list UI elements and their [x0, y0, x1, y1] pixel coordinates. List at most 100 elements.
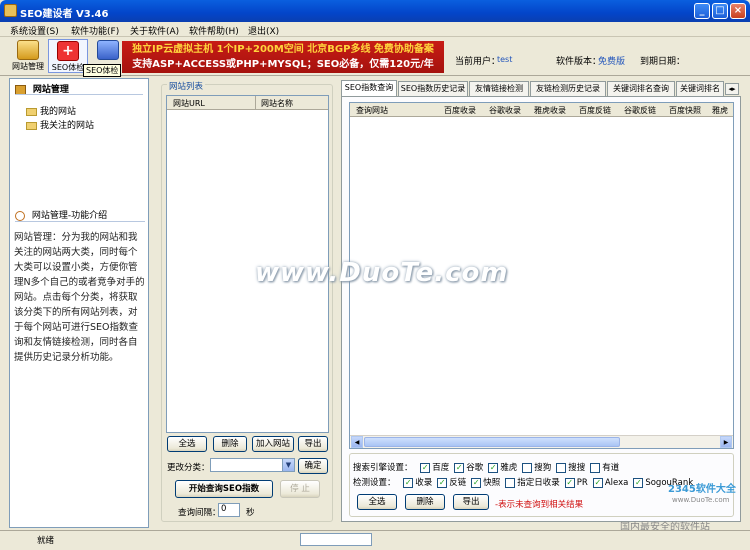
version-label: 软件版本：	[556, 57, 602, 67]
menu-system[interactable]: 系统设置(S)	[10, 24, 59, 37]
checkbox-checked-icon[interactable]: ✓	[488, 462, 499, 473]
scroll-right-icon[interactable]: ▶	[720, 436, 732, 448]
chevron-down-icon[interactable]: ▼	[282, 459, 294, 471]
minimize-button[interactable]: _	[694, 3, 710, 19]
add-site-button[interactable]: 加入网站	[252, 436, 294, 452]
confirm-button[interactable]: 确定	[298, 458, 328, 474]
col-google-index[interactable]: 谷歌收录	[489, 105, 521, 116]
engine-label: 搜索引擎设置：	[353, 463, 413, 473]
house-icon	[17, 40, 39, 60]
col-baidu-backlinks[interactable]: 百度反链	[579, 105, 611, 116]
checkbox-checked-icon[interactable]: ✓	[420, 462, 431, 473]
version-value[interactable]: 免费版	[598, 54, 625, 67]
progress-bar	[300, 533, 372, 546]
tab-seo-query[interactable]: SEO指数查询	[341, 80, 397, 97]
intro-divider	[15, 221, 145, 222]
engine-option-label: 谷歌	[466, 463, 484, 473]
checkbox-unchecked-icon[interactable]	[522, 462, 533, 473]
engine-option-5[interactable]: 有道	[590, 462, 620, 473]
stop-button[interactable]: 停 止	[280, 480, 320, 498]
horizontal-scrollbar[interactable]: ◀ ▶	[350, 435, 733, 448]
col-yahoo[interactable]: 雅虎	[712, 105, 728, 116]
engine-option-label: 雅虎	[500, 463, 518, 473]
interval-unit: 秒	[246, 508, 255, 518]
engine-option-3[interactable]: 搜狗	[522, 462, 552, 473]
col-site-url[interactable]: 网站URL	[173, 98, 205, 109]
col-site-name[interactable]: 网站名称	[261, 98, 293, 109]
checkbox-checked-icon[interactable]: ✓	[633, 477, 644, 488]
export-button[interactable]: 导出	[298, 436, 328, 452]
checkbox-checked-icon[interactable]: ✓	[471, 477, 482, 488]
seo-check-button[interactable]: + SEO体检	[48, 39, 88, 73]
checkbox-checked-icon[interactable]: ✓	[403, 477, 414, 488]
person-icon	[97, 40, 119, 60]
tab-seo-history[interactable]: SEO指数历史记录	[398, 81, 468, 96]
maximize-button[interactable]: □	[712, 3, 728, 19]
tree-item-my-sites[interactable]: 我的网站	[26, 104, 76, 117]
tab-keyword-rank-2[interactable]: 关键词排名	[676, 81, 724, 96]
category-select[interactable]: ▼	[210, 458, 295, 472]
engine-option-0[interactable]: ✓ 百度	[420, 462, 449, 473]
banner-line-2: 支持ASP+ACCESS或PHP+MYSQL；SEO必备，仅需120元/年	[132, 59, 434, 70]
scroll-thumb[interactable]	[364, 437, 620, 447]
select-all-button[interactable]: 全选	[167, 436, 207, 452]
delete-results-button[interactable]: 删除	[405, 494, 445, 510]
detect-option-label: 快照	[483, 478, 501, 488]
broadcast-icon	[15, 210, 25, 221]
site-manage-button[interactable]: 网站管理	[8, 39, 48, 73]
col-yahoo-index[interactable]: 雅虎收录	[534, 105, 566, 116]
close-button[interactable]: ×	[730, 3, 746, 19]
engine-option-label: 有道	[602, 463, 620, 473]
export-results-button[interactable]: 导出	[453, 494, 489, 510]
title-bar[interactable]: SEO建设者 V3.46 _ □ ×	[0, 0, 750, 22]
detect-option-5[interactable]: ✓ Alexa	[592, 477, 628, 488]
engine-option-4[interactable]: 搜搜	[556, 462, 585, 473]
engine-option-1[interactable]: ✓ 谷歌	[454, 462, 484, 473]
ad-banner[interactable]: 独立IP云虚拟主机 1个IP+200M空间 北京BGP多线 免费协助备案 支持A…	[122, 41, 444, 73]
detect-option-0[interactable]: ✓ 收录	[403, 477, 432, 488]
engine-option-label: 搜狗	[534, 463, 552, 473]
checkbox-checked-icon[interactable]: ✓	[437, 477, 448, 488]
tab-scroll-arrows[interactable]: ◂▸	[725, 83, 739, 95]
tree-label: 我的网站	[40, 107, 77, 117]
checkbox-unchecked-icon[interactable]	[590, 462, 601, 473]
intro-header: 网站管理-功能介绍	[15, 208, 145, 221]
engine-option-2[interactable]: ✓ 雅虎	[488, 462, 518, 473]
select-all-results-button[interactable]: 全选	[357, 494, 397, 510]
checkbox-checked-icon[interactable]: ✓	[454, 462, 465, 473]
detect-option-1[interactable]: ✓ 反链	[437, 477, 466, 488]
menu-functions[interactable]: 软件功能(F)	[71, 24, 119, 37]
menu-about[interactable]: 关于软件(A)	[130, 24, 179, 37]
tab-link-history[interactable]: 友链检测历史记录	[530, 81, 606, 96]
expire-label: 到期日期：	[640, 57, 686, 67]
start-query-button[interactable]: 开始查询SEO指数	[175, 480, 273, 498]
grid-header: 查询网站 百度收录 谷歌收录 雅虎收录 百度反链 谷歌反链 百度快照 雅虎	[350, 103, 733, 117]
tab-link-check[interactable]: 友情链接检测	[469, 81, 529, 96]
scroll-left-icon[interactable]: ◀	[351, 436, 363, 448]
tab-keyword-rank[interactable]: 关键词排名查询	[607, 81, 675, 96]
checkbox-unchecked-icon[interactable]	[556, 462, 567, 473]
tab-bar: SEO指数查询 SEO指数历史记录 友情链接检测 友链检测历史记录 关键词排名查…	[341, 80, 741, 97]
detect-option-4[interactable]: ✓ PR	[564, 477, 588, 488]
detect-settings-row: 检测设置： ✓ 收录 ✓ 反链 ✓ 快照 指定日收录 ✓ PR ✓ Alexa ✓ SogouRank	[353, 476, 693, 488]
checkbox-checked-icon[interactable]: ✓	[564, 477, 575, 488]
detect-label: 检测设置：	[353, 478, 396, 488]
delete-button[interactable]: 删除	[213, 436, 247, 452]
status-text: 就绪	[37, 536, 55, 546]
interval-input[interactable]: 0	[218, 503, 240, 517]
checkbox-unchecked-icon[interactable]	[505, 477, 516, 488]
col-query-site[interactable]: 查询网站	[356, 105, 388, 116]
col-google-backlinks[interactable]: 谷歌反链	[624, 105, 656, 116]
detect-option-3[interactable]: 指定日收录	[505, 477, 560, 488]
seo-check-label: SEO体检	[51, 63, 85, 72]
col-baidu-index[interactable]: 百度收录	[444, 105, 476, 116]
header-divider	[15, 94, 143, 95]
site-list-label: 网站列表	[167, 80, 206, 92]
category-label: 更改分类：	[167, 463, 210, 473]
col-baidu-snapshot[interactable]: 百度快照	[669, 105, 701, 116]
tree-item-followed-sites[interactable]: 我关注的网站	[26, 118, 94, 131]
menu-help[interactable]: 软件帮助(H)	[189, 24, 239, 37]
menu-exit[interactable]: 退出(X)	[248, 24, 279, 37]
detect-option-2[interactable]: ✓ 快照	[471, 477, 501, 488]
checkbox-checked-icon[interactable]: ✓	[592, 477, 603, 488]
